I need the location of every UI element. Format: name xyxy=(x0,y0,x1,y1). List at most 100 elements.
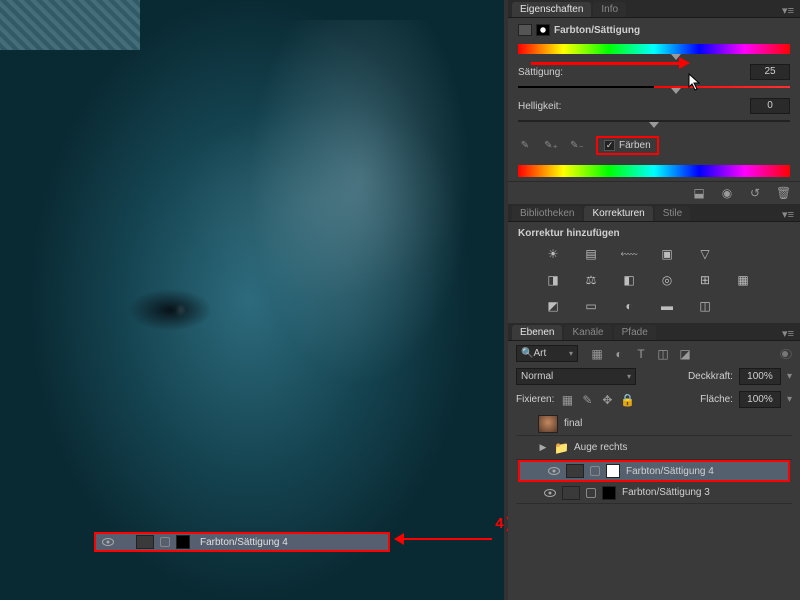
hue-gradient-strip xyxy=(518,165,790,177)
threshold-icon[interactable]: ◐ xyxy=(618,297,640,315)
invert-icon[interactable]: ◩ xyxy=(542,297,564,315)
layers-body: 🔍Art▾ ▦ ◐ T ◫ ◪ Normal▾ Deckkraft: 100% … xyxy=(508,341,800,508)
huesat-icon[interactable]: ◨ xyxy=(542,271,564,289)
eyedropper-plus-icon[interactable]: ✎₊ xyxy=(544,139,558,153)
channel-mixer-icon[interactable]: ⊞ xyxy=(694,271,716,289)
folder-icon: 📁 xyxy=(554,441,568,455)
filter-smart-icon[interactable]: ◪ xyxy=(678,347,692,361)
layer-name: Auge rechts xyxy=(574,442,627,453)
gradient-map-icon[interactable]: ▬ xyxy=(656,297,678,315)
brightness-label: Helligkeit: xyxy=(518,101,561,112)
tab-info[interactable]: Info xyxy=(593,2,626,17)
brightness-slider-track[interactable] xyxy=(518,120,790,122)
adjustments-body: Korrektur hinzufügen ☀ ▤ ⬳ ▣ ▽ ◨ ⚖ ◧ ◎ ⊞… xyxy=(508,222,800,323)
bw-icon[interactable]: ◧ xyxy=(618,271,640,289)
saturation-slider-handle[interactable] xyxy=(671,88,681,99)
photo-filter-icon[interactable]: ◎ xyxy=(656,271,678,289)
tab-korrekturen[interactable]: Korrekturen xyxy=(584,206,652,221)
selective-color-icon[interactable]: ◫ xyxy=(694,297,716,315)
layer-row[interactable]: Farbton/Sättigung 3 xyxy=(516,482,792,504)
adjustments-tabbar: Bibliotheken Korrekturen Stile ▾≡ xyxy=(508,204,800,222)
eye-icon[interactable]: ◉ xyxy=(720,186,734,200)
eyedropper-icon[interactable]: ✎ xyxy=(518,139,532,153)
mask-swatch xyxy=(176,535,190,549)
adjustment-thumb xyxy=(136,535,154,549)
tab-ebenen[interactable]: Ebenen xyxy=(512,325,562,340)
properties-body: Farbton/Sättigung Sättigung: 25 Helligke… xyxy=(508,18,800,181)
fill-field[interactable]: 100% xyxy=(739,391,781,408)
vibrance-icon[interactable]: ▽ xyxy=(694,245,716,263)
cursor-pointer xyxy=(688,73,702,91)
opacity-field[interactable]: 100% xyxy=(739,368,781,385)
eyedropper-minus-icon[interactable]: ✎₋ xyxy=(570,139,584,153)
annotation-arrow-3 xyxy=(531,62,686,65)
lock-paint-icon[interactable]: ✎ xyxy=(580,393,594,407)
disclosure-triangle-icon[interactable]: ▶ xyxy=(538,442,548,453)
layer-name: Farbton/Sättigung 3 xyxy=(622,487,710,498)
link-icon xyxy=(160,537,170,547)
fill-label: Fläche: xyxy=(700,394,733,405)
curves-icon[interactable]: ⬳ xyxy=(618,245,640,263)
tab-pfade[interactable]: Pfade xyxy=(614,325,656,340)
posterize-icon[interactable]: ▭ xyxy=(580,297,602,315)
annotation-arrow-4 xyxy=(396,538,492,540)
lock-position-icon[interactable]: ✥ xyxy=(600,393,614,407)
adjustments-grid: ☀ ▤ ⬳ ▣ ▽ ◨ ⚖ ◧ ◎ ⊞ ▦ ◩ ▭ ◐ ▬ ◫ xyxy=(518,239,790,319)
panel-menu-icon[interactable]: ▾≡ xyxy=(782,4,794,17)
lock-transparency-icon[interactable]: ▦ xyxy=(560,393,574,407)
saturation-label: Sättigung: xyxy=(518,67,563,78)
brightness-value[interactable]: 0 xyxy=(750,98,790,114)
saturation-value[interactable]: 25 xyxy=(750,64,790,80)
adjustment-icon xyxy=(518,24,532,36)
filter-pixel-icon[interactable]: ▦ xyxy=(590,347,604,361)
properties-tabbar: Eigenschaften Info ▾≡ xyxy=(508,0,800,18)
hue-slider-track[interactable] xyxy=(518,44,790,54)
layer-name: Farbton/Sättigung 4 xyxy=(626,466,714,477)
link-icon xyxy=(586,488,596,498)
document-canvas[interactable] xyxy=(0,0,504,600)
exposure-icon[interactable]: ▣ xyxy=(656,245,678,263)
tab-eigenschaften[interactable]: Eigenschaften xyxy=(512,2,591,17)
colorize-checkbox-group[interactable]: ✓ Färben xyxy=(596,136,659,155)
eye-icon[interactable] xyxy=(102,538,114,546)
filter-adjust-icon[interactable]: ◐ xyxy=(612,347,626,361)
saturation-slider-track[interactable] xyxy=(518,86,790,88)
levels-icon[interactable]: ▤ xyxy=(580,245,602,263)
blend-mode-select[interactable]: Normal▾ xyxy=(516,368,636,385)
adjustment-thumb xyxy=(566,464,584,478)
properties-title: Farbton/Sättigung xyxy=(554,25,640,36)
layer-filter-select[interactable]: 🔍Art▾ xyxy=(516,345,578,362)
mask-swatch xyxy=(602,486,616,500)
color-balance-icon[interactable]: ⚖ xyxy=(580,271,602,289)
adjustments-heading: Korrektur hinzufügen xyxy=(518,228,790,239)
properties-footer: ⬓ ◉ ↺ 🗑 xyxy=(508,181,800,204)
adjustment-thumb xyxy=(562,486,580,500)
link-icon xyxy=(590,466,600,476)
layer-name: final xyxy=(564,418,582,429)
tab-kanaele[interactable]: Kanäle xyxy=(564,325,611,340)
tab-stile[interactable]: Stile xyxy=(655,206,690,221)
filter-toggle[interactable] xyxy=(780,349,792,359)
panel-menu-icon[interactable]: ▾≡ xyxy=(782,208,794,221)
trash-icon[interactable]: 🗑 xyxy=(776,186,790,200)
lock-label: Fixieren: xyxy=(516,394,554,405)
color-lookup-icon[interactable]: ▦ xyxy=(732,271,754,289)
eye-icon[interactable] xyxy=(544,489,556,497)
brightness-slider-handle[interactable] xyxy=(649,122,659,133)
layer-row-selected[interactable]: Farbton/Sättigung 4 xyxy=(518,460,790,482)
opacity-label: Deckkraft: xyxy=(688,371,733,382)
panel-menu-icon[interactable]: ▾≡ xyxy=(782,327,794,340)
layer-row-group[interactable]: ▶ 📁 Auge rechts xyxy=(516,436,792,460)
colorize-checkbox[interactable]: ✓ xyxy=(604,140,615,151)
right-panels: Eigenschaften Info ▾≡ Farbton/Sättigung … xyxy=(508,0,800,600)
filter-shape-icon[interactable]: ◫ xyxy=(656,347,670,361)
layer-row[interactable]: final xyxy=(516,412,792,436)
filter-type-icon[interactable]: T xyxy=(634,347,648,361)
layer-thumb xyxy=(538,415,558,433)
reset-icon[interactable]: ↺ xyxy=(748,186,762,200)
brightness-contrast-icon[interactable]: ☀ xyxy=(542,245,564,263)
eye-icon[interactable] xyxy=(548,467,560,475)
tab-bibliotheken[interactable]: Bibliotheken xyxy=(512,206,582,221)
clip-icon[interactable]: ⬓ xyxy=(692,186,706,200)
lock-all-icon[interactable]: 🔒 xyxy=(620,393,634,407)
